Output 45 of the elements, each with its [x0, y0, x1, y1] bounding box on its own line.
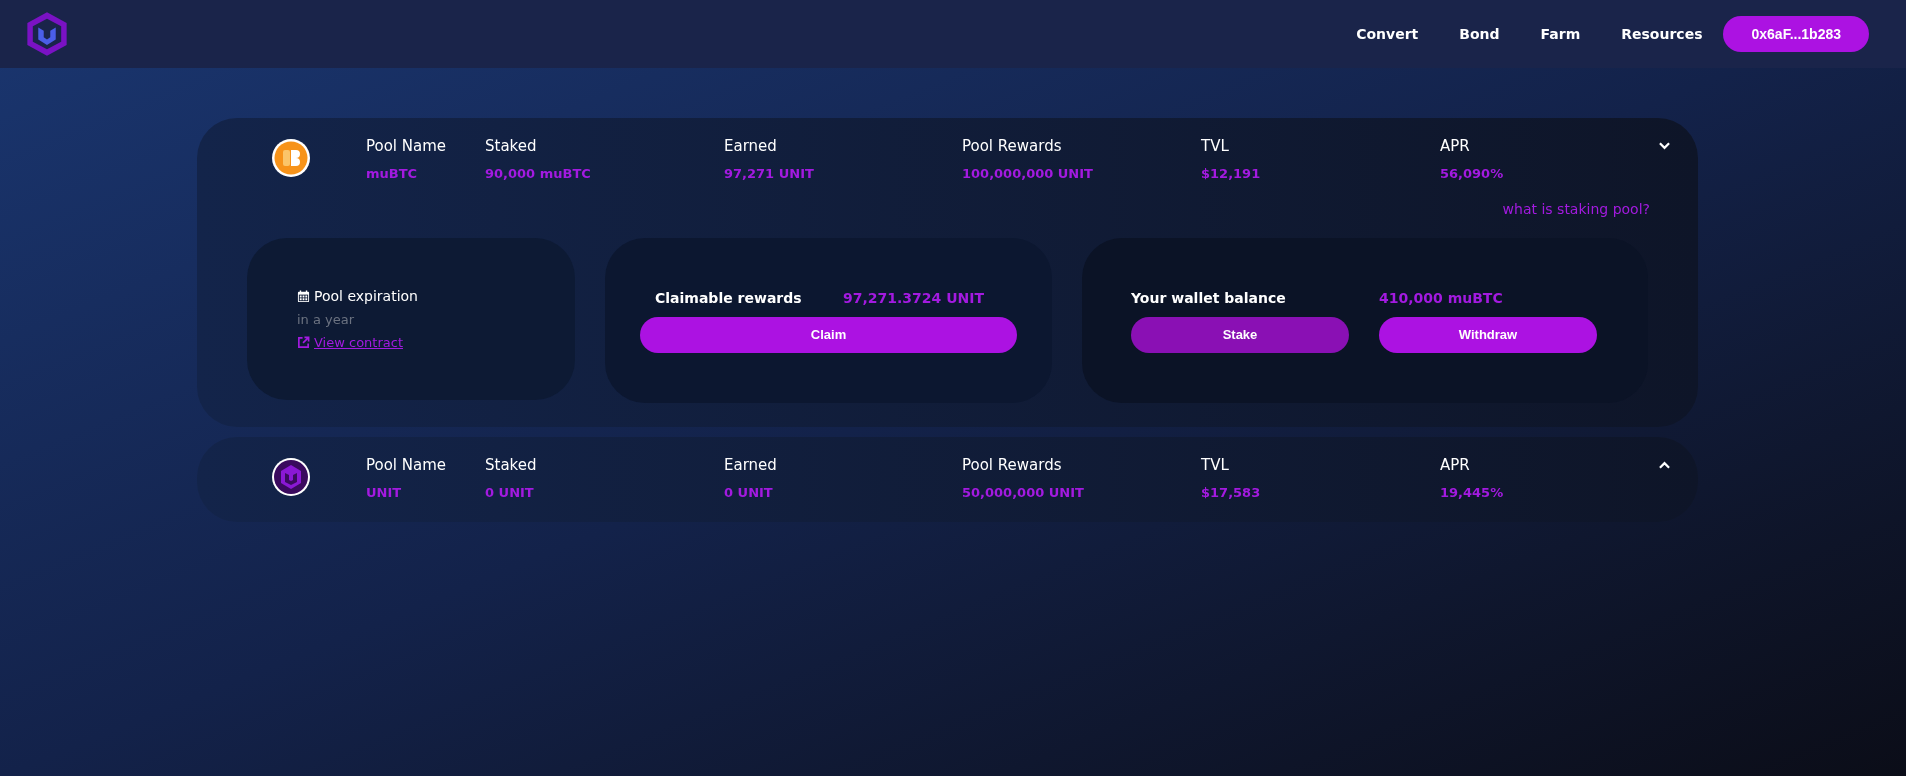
nav-link[interactable]: Resources: [1621, 23, 1703, 45]
external-link-icon: [297, 335, 310, 349]
stat-label: Earned: [724, 455, 777, 475]
stat-label: Pool Rewards: [962, 455, 1062, 475]
stat-value: 50,000,000 UNIT: [962, 484, 1084, 502]
wallet-address-button[interactable]: 0x6aF...1b283: [1723, 16, 1869, 52]
stat-value: 19,445%: [1440, 484, 1504, 502]
stat-value: 90,000 muBTC: [485, 165, 591, 183]
nav-link[interactable]: Farm: [1540, 23, 1581, 45]
stat-value: $17,583: [1201, 484, 1261, 502]
wallet-label: Your wallet balance: [1131, 289, 1287, 308]
chevron-up-icon[interactable]: [1659, 461, 1670, 469]
claim-label: Claimable rewards: [655, 289, 803, 308]
hexagon-logo-icon: [25, 10, 69, 58]
stake-button[interactable]: Stake: [1131, 317, 1349, 353]
expiration-value: in a year: [297, 311, 355, 329]
hexagon-coin-icon: [271, 457, 311, 497]
stat-label: Staked: [485, 136, 537, 156]
stat-value: 0 UNIT: [485, 484, 534, 502]
stat-value: UNIT: [366, 484, 402, 502]
calendar-icon: [297, 290, 310, 303]
wallet-value: 410,000 muBTC: [1379, 289, 1503, 308]
stat-value: 97,271 UNIT: [724, 165, 814, 183]
stat-label: Staked: [485, 455, 537, 475]
stat-value: 100,000,000 UNIT: [962, 165, 1093, 183]
stat-label: APR: [1440, 136, 1470, 156]
withdraw-button[interactable]: Withdraw: [1379, 317, 1597, 353]
stat-value: muBTC: [366, 165, 418, 183]
claim-button[interactable]: Claim: [640, 317, 1017, 353]
stat-value: 56,090%: [1440, 165, 1504, 183]
claim-value: 97,271.3724 UNIT: [843, 289, 985, 308]
stat-value: $12,191: [1201, 165, 1261, 183]
stat-label: APR: [1440, 455, 1470, 475]
chevron-down-icon[interactable]: [1659, 142, 1670, 150]
stat-label: TVL: [1201, 455, 1229, 475]
stat-label: TVL: [1201, 136, 1229, 156]
nav-link[interactable]: Bond: [1459, 23, 1500, 45]
nav-link[interactable]: Convert: [1356, 23, 1419, 45]
coin-icon: [271, 138, 311, 178]
stat-label: Pool Name: [366, 136, 447, 156]
expiration-label: Pool expiration: [314, 287, 418, 306]
stat-value: 0 UNIT: [724, 484, 773, 502]
stat-label: Earned: [724, 136, 777, 156]
stat-label: Pool Name: [366, 455, 447, 475]
stat-label: Pool Rewards: [962, 136, 1062, 156]
